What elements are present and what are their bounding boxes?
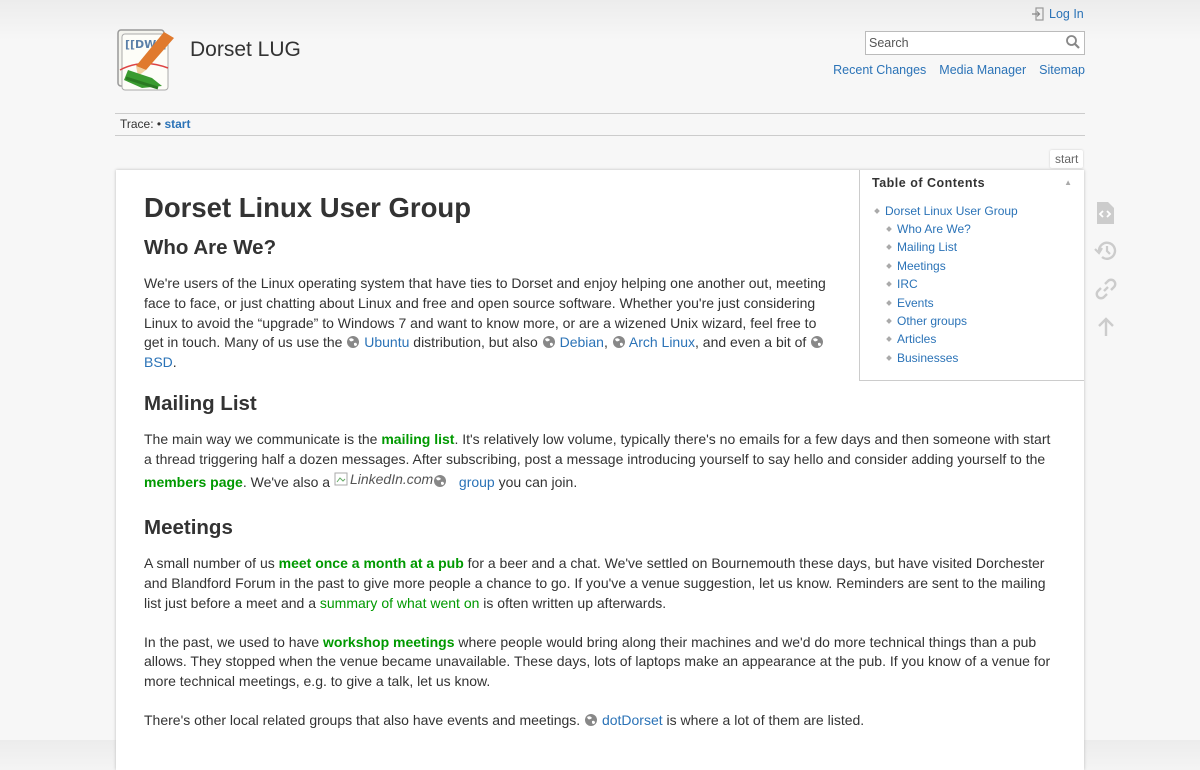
debian-link[interactable]: Debian [560,334,604,350]
linkedin-image: LinkedIn.com [334,470,433,490]
text-run: is where a lot of them are listed. [662,712,865,729]
toc-toggle-icon[interactable]: ▲ [1064,178,1072,187]
login-label: Log In [1049,7,1084,21]
bsd-link[interactable]: BSD [144,354,173,370]
globe-icon [434,475,447,488]
who-paragraph: We're users of the Linux operating syste… [144,274,834,373]
text-run: is often written up afterwards. [479,594,667,611]
page-content-panel: Table of Contents ▲ Dorset Linux User Gr… [116,170,1084,770]
recent-changes-link[interactable]: Recent Changes [833,63,926,77]
section-heading-mailing: Mailing List [144,391,257,415]
show-source-icon [1097,202,1114,224]
text-run: , [603,334,608,351]
search-icon [1066,35,1080,49]
breadcrumb-label: Trace: [120,117,154,131]
site-tools: Recent Changes Media Manager Sitemap [833,63,1085,77]
text-run: . We've also a [242,473,334,490]
page-body: Dorset Linux User Group Who Are We? We'r… [144,188,1054,750]
breadcrumb-current[interactable]: start [164,117,190,131]
mailing-list-link[interactable]: mailing list [381,431,454,447]
search-input[interactable] [866,32,1062,54]
old-revisions-button[interactable] [1094,239,1117,261]
meetings-paragraph-1: A small number of us meet once a month a… [144,554,1054,613]
show-source-button[interactable] [1094,201,1116,224]
search-form [865,31,1085,55]
workshop-meetings-link[interactable]: workshop meetings [323,634,454,650]
globe-icon [542,336,555,349]
members-page-link[interactable]: members page [144,473,243,489]
old-revisions-icon [1094,241,1117,260]
meetings-paragraph-2: In the past, we used to have workshop me… [144,633,1054,692]
linkedin-alt-text: LinkedIn.com [349,470,434,487]
text-run: The main way we communicate is the [144,430,382,447]
globe-icon [347,336,360,349]
dokuwiki-logo-icon: [[DW]] [117,29,174,91]
globe-icon [585,714,598,727]
login-icon [1032,7,1044,21]
text-run: There's other local related groups that … [144,712,585,729]
meet-monthly-link[interactable]: meet once a month at a pub [279,555,464,571]
text-run: . [172,354,177,371]
backlinks-icon [1095,278,1117,300]
breadcrumb: Trace: • start [120,117,190,131]
site-title[interactable]: Dorset LUG [190,38,301,62]
sitemap-link[interactable]: Sitemap [1039,63,1085,77]
site-logo[interactable]: [[DW]] [112,24,180,94]
dotdorset-link[interactable]: dotDorset [602,712,663,728]
meeting-summary-link[interactable]: summary of what went on [320,595,480,611]
section-heading-meetings: Meetings [144,516,233,540]
broken-image-icon [334,472,348,486]
header-divider [115,113,1085,114]
linkedin-group-link[interactable]: group [459,473,495,489]
page-title: Dorset Linux User Group [144,192,471,223]
mailing-paragraph: The main way we communicate is the maili… [144,430,1054,492]
text-run: you can join. [494,473,578,490]
text-run: A small number of us [144,555,279,572]
back-to-top-icon [1098,317,1114,336]
breadcrumb-separator: • [156,117,162,131]
backlinks-button[interactable] [1094,277,1117,300]
globe-icon [811,336,824,349]
globe-icon [612,336,625,349]
arch-linux-link[interactable]: Arch Linux [629,334,695,350]
text-run: , and even a bit of [695,334,811,351]
breadcrumb-divider [115,135,1085,136]
ubuntu-link[interactable]: Ubuntu [364,334,409,350]
login-link[interactable]: Log In [1032,7,1084,21]
search-button[interactable] [1064,34,1082,52]
meetings-paragraph-3: There's other local related groups that … [144,711,1054,731]
back-to-top-button[interactable] [1094,315,1116,337]
page-id-badge: start [1050,150,1084,168]
text-run: distribution, but also [409,334,542,351]
media-manager-link[interactable]: Media Manager [939,63,1026,77]
text-run: In the past, we used to have [144,633,324,650]
section-heading-who: Who Are We? [144,236,277,259]
